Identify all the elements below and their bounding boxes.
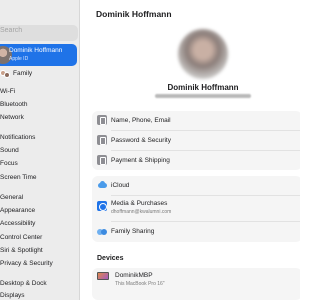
- sidebar: Search Dominik Hoffmann Apple ID Family …: [0, 0, 80, 300]
- sidebar-item-general[interactable]: General: [0, 194, 23, 201]
- sidebar-item-bluetooth[interactable]: Bluetooth: [0, 101, 27, 108]
- family-sharing-row[interactable]: Family Sharing: [92, 222, 300, 242]
- password-security-row[interactable]: Password & Security: [92, 131, 300, 150]
- row-label: Family Sharing: [111, 228, 155, 235]
- row-label: iCloud: [111, 182, 130, 189]
- account-subtitle: Apple ID: [9, 56, 29, 62]
- account-name: Dominik Hoffmann: [9, 47, 63, 54]
- search-field[interactable]: Search: [0, 25, 78, 41]
- account-settings-group: Name, Phone, Email Password & Security P…: [92, 111, 300, 170]
- device-model: This MacBook Pro 16": [115, 281, 165, 287]
- sidebar-item-notifications[interactable]: Notifications: [0, 134, 35, 141]
- family-avatars-icon: [0, 70, 10, 78]
- sidebar-item-desktop-dock[interactable]: Desktop & Dock: [0, 280, 47, 287]
- device-name: DominikMBP: [115, 272, 153, 279]
- sidebar-account-item[interactable]: Dominik Hoffmann Apple ID: [0, 44, 77, 66]
- sidebar-item-privacy-security[interactable]: Privacy & Security: [0, 260, 53, 267]
- icloud-icon: [97, 180, 107, 190]
- laptop-icon: [97, 272, 109, 280]
- sidebar-item-accessibility[interactable]: Accessibility: [0, 220, 35, 227]
- devices-group: DominikMBP This MacBook Pro 16": [92, 268, 300, 300]
- payment-shipping-row[interactable]: Payment & Shipping: [92, 151, 300, 170]
- sidebar-item-network[interactable]: Network: [0, 114, 24, 121]
- name-phone-email-row[interactable]: Name, Phone, Email: [92, 111, 300, 130]
- profile-email-redacted: [155, 94, 251, 98]
- main-panel: Dominik Hoffmann Dominik Hoffmann Name, …: [81, 0, 300, 300]
- sidebar-item-label: Family: [13, 70, 33, 77]
- devices-heading: Devices: [97, 255, 124, 262]
- icloud-row[interactable]: iCloud: [92, 176, 300, 195]
- device-row[interactable]: DominikMBP This MacBook Pro 16": [92, 268, 300, 294]
- sidebar-item-siri-spotlight[interactable]: Siri & Spotlight: [0, 247, 43, 254]
- lock-icon: [97, 135, 107, 145]
- search-input[interactable]: Search: [0, 27, 22, 34]
- sidebar-item-wifi[interactable]: Wi-Fi: [0, 88, 15, 95]
- row-subtitle: dhoffmann@kwalumni.com: [111, 209, 172, 215]
- row-label: Media & Purchases: [111, 200, 168, 207]
- profile-name: Dominik Hoffmann: [167, 83, 239, 92]
- sidebar-item-focus[interactable]: Focus: [0, 160, 18, 167]
- sidebar-item-appearance[interactable]: Appearance: [0, 207, 35, 214]
- id-card-icon: [97, 115, 107, 125]
- sidebar-item-screen-time[interactable]: Screen Time: [0, 174, 37, 181]
- row-label: Name, Phone, Email: [111, 117, 171, 124]
- credit-card-icon: [97, 155, 107, 165]
- sidebar-item-sound[interactable]: Sound: [0, 147, 19, 154]
- app-store-icon: [97, 201, 107, 211]
- page-title: Dominik Hoffmann: [96, 9, 172, 19]
- sidebar-item-displays[interactable]: Displays: [0, 292, 25, 299]
- row-label: Payment & Shipping: [111, 157, 170, 164]
- services-group: iCloud Media & Purchases dhoffmann@kwalu…: [92, 176, 300, 242]
- media-purchases-row[interactable]: Media & Purchases dhoffmann@kwalumni.com: [92, 196, 300, 221]
- profile-avatar[interactable]: [178, 29, 228, 79]
- sidebar-item-control-center[interactable]: Control Center: [0, 234, 42, 241]
- family-icon: [97, 227, 107, 237]
- sidebar-item-family[interactable]: Family: [0, 69, 78, 79]
- row-label: Password & Security: [111, 137, 171, 144]
